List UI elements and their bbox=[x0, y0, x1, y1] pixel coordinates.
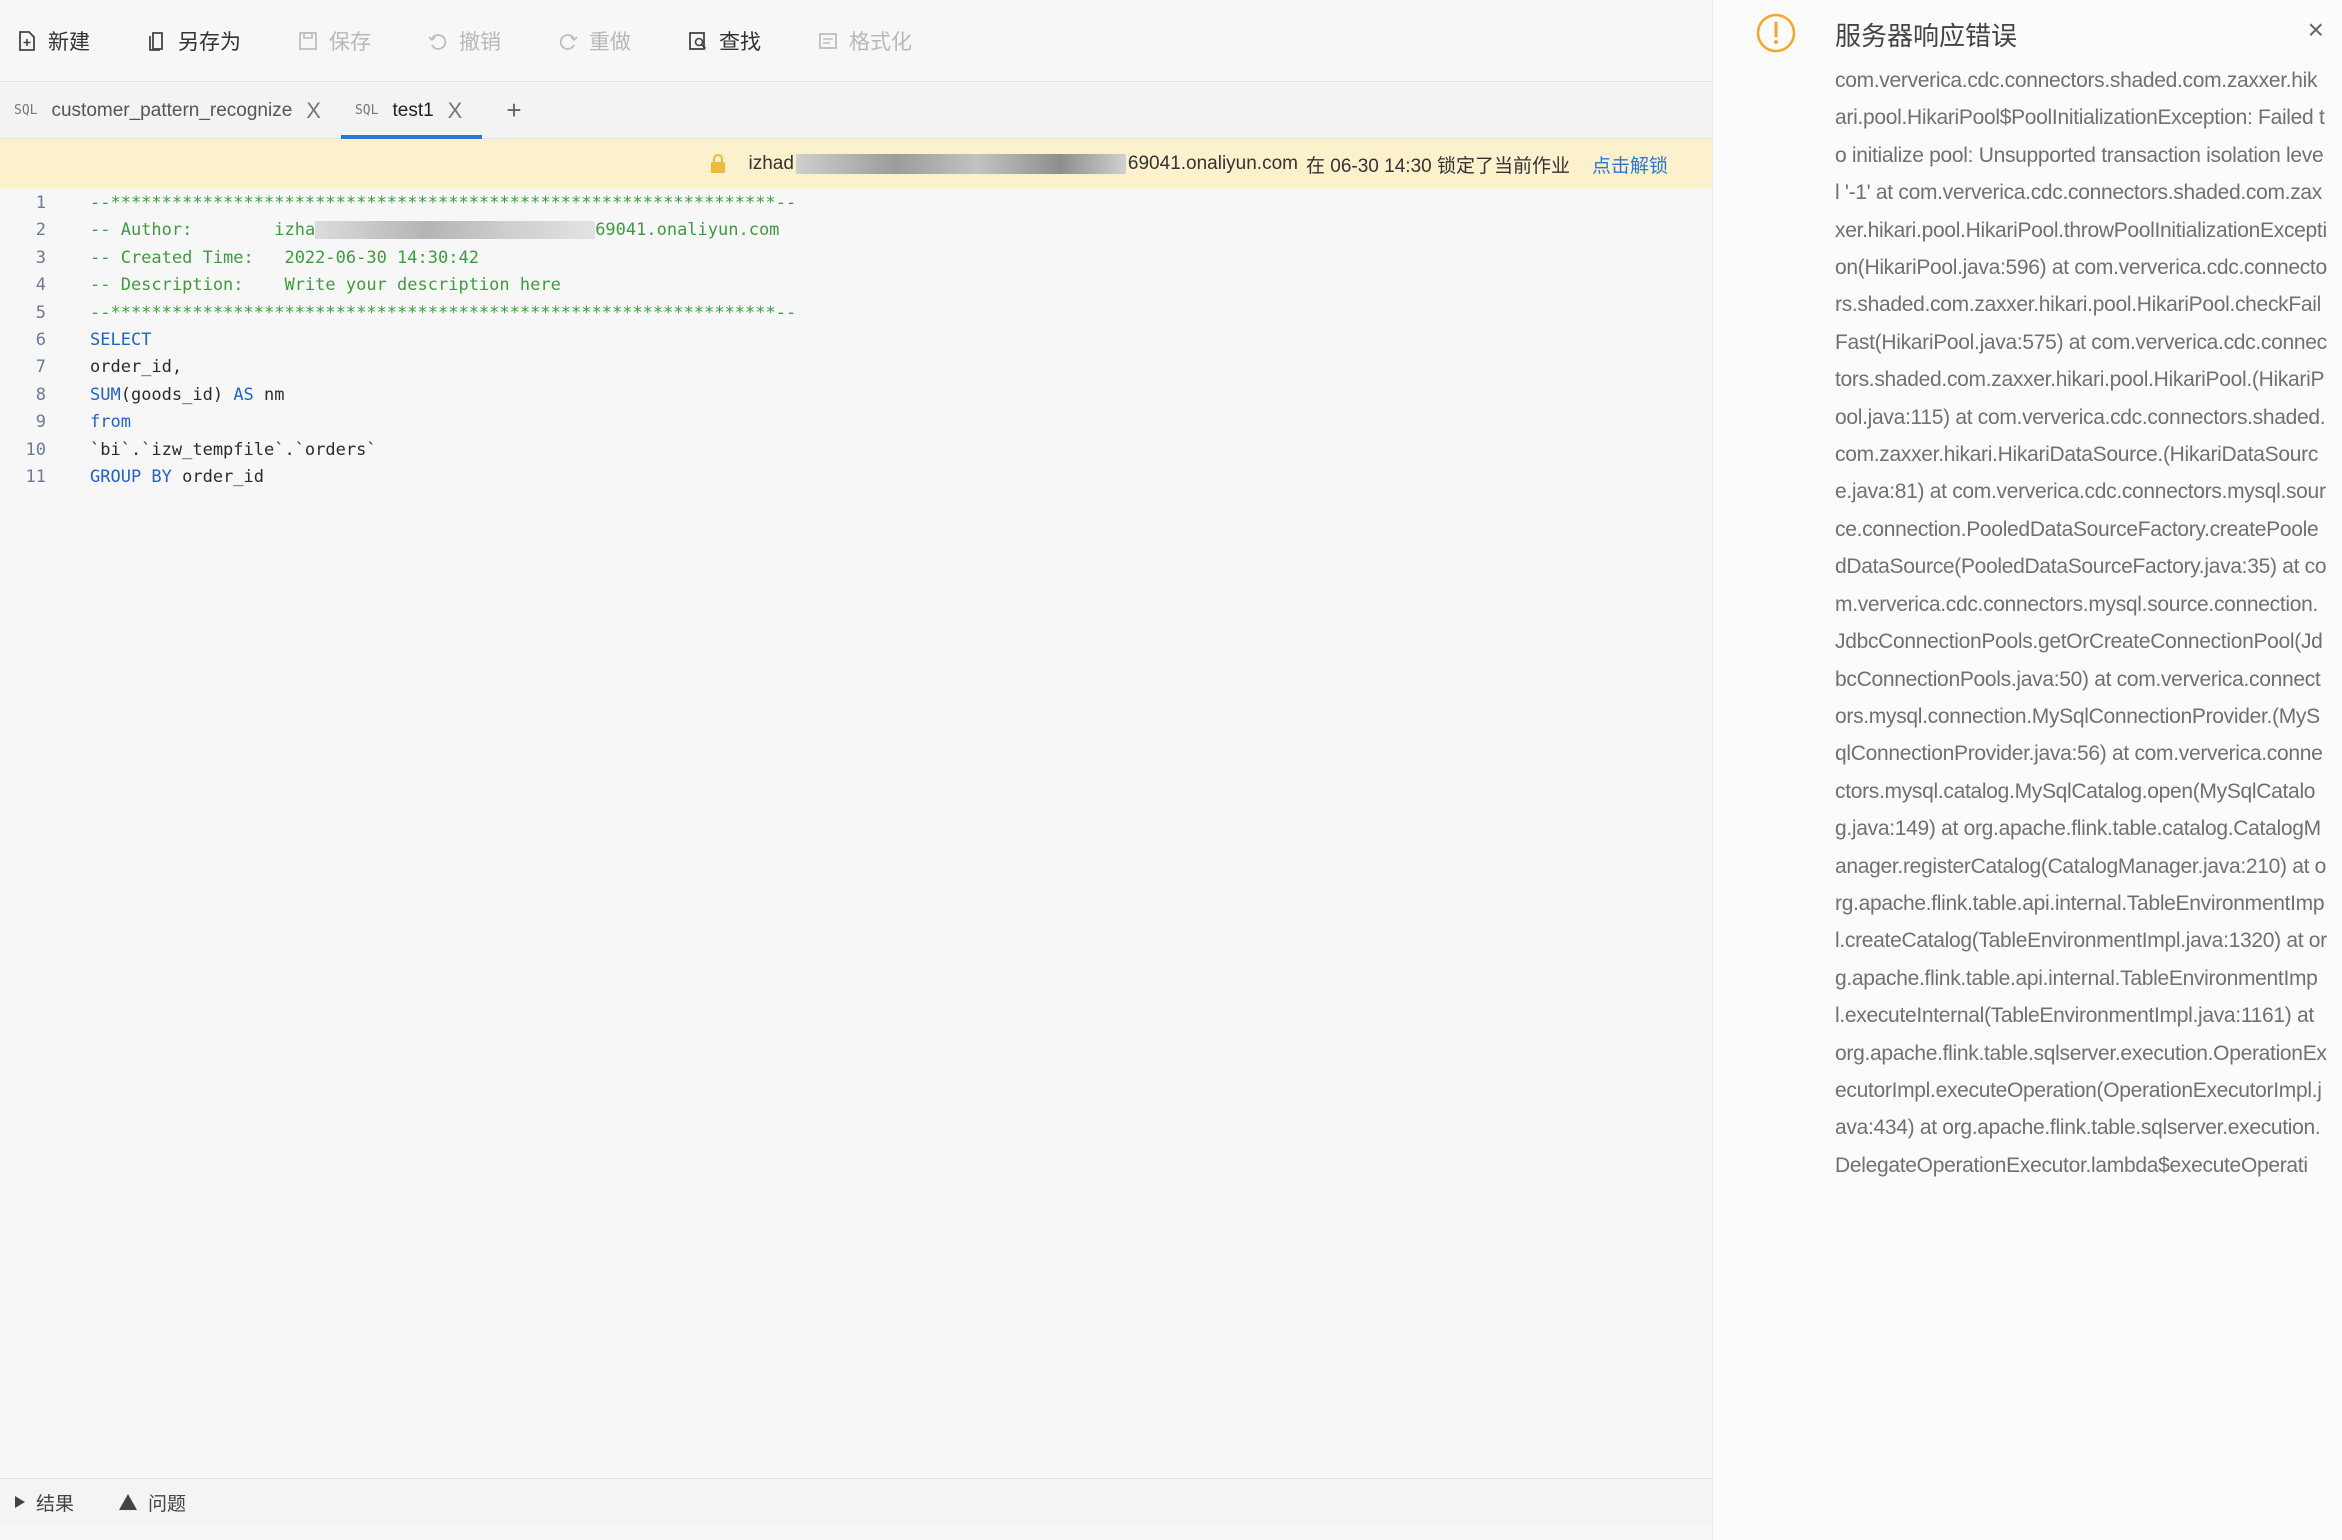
undo-button[interactable]: 撤销 bbox=[427, 21, 501, 61]
editor-area: 新建 另存为 保存 撤销 重做 查找 格式化 SQL customer_patt… bbox=[0, 0, 1712, 1540]
code-text: -- Author: izha 69041.onaliyun.com bbox=[90, 217, 779, 244]
notification-title: 服务器响应错误 bbox=[1835, 21, 2018, 51]
lock-user-prefix: izhad bbox=[748, 153, 794, 174]
tab-test1[interactable]: SQL test1 X bbox=[340, 83, 483, 139]
undo-label: 撤销 bbox=[459, 30, 501, 54]
new-file-icon bbox=[19, 30, 35, 51]
code-line: 2 -- Author: izha 69041.onaliyun.com bbox=[0, 217, 1712, 244]
save-icon bbox=[299, 31, 317, 50]
code-text: GROUP BY order_id bbox=[90, 464, 264, 491]
warning-triangle-icon bbox=[119, 1494, 138, 1510]
code-line: 5 --*************************************… bbox=[0, 300, 1712, 327]
code-text: -- Description: Write your description h… bbox=[90, 275, 561, 296]
sum-keyword: SUM bbox=[90, 384, 121, 405]
save-as-icon bbox=[149, 31, 163, 51]
close-icon[interactable]: × bbox=[2308, 14, 2324, 46]
unlock-link[interactable]: 点击解锁 bbox=[1592, 151, 1668, 178]
line-number: 6 bbox=[35, 329, 46, 350]
code-line: 10 `bi`.`izw_tempfile`.`orders` bbox=[0, 437, 1712, 464]
tab-customer-pattern-recognize[interactable]: SQL customer_pattern_recognize X bbox=[0, 83, 341, 138]
line-number: 11 bbox=[25, 466, 46, 487]
find-button[interactable]: 查找 bbox=[687, 21, 761, 61]
tab-close-icon[interactable]: X bbox=[448, 98, 463, 124]
code-line: 9 from bbox=[0, 409, 1712, 436]
line-number: 5 bbox=[35, 302, 46, 323]
play-icon bbox=[15, 1496, 25, 1508]
line-number: 1 bbox=[35, 193, 46, 213]
save-as-button[interactable]: 另存为 bbox=[146, 21, 241, 61]
group-by-keyword: GROUP BY bbox=[90, 466, 172, 487]
problems-label: 问题 bbox=[148, 1493, 187, 1515]
find-icon bbox=[689, 31, 707, 50]
code-line: 11 GROUP BY order_id bbox=[0, 464, 1712, 491]
author-suffix: 69041.onaliyun.com bbox=[595, 220, 780, 241]
line-number: 3 bbox=[35, 247, 46, 268]
error-message: com.ververica.cdc.connectors.shaded.com.… bbox=[1835, 69, 2327, 1177]
warning-icon bbox=[1756, 13, 1796, 53]
lock-user-suffix: 69041.onaliyun.com bbox=[1127, 153, 1298, 174]
code-line: 3 -- Created Time: 2022-06-30 14:30:42 bbox=[0, 245, 1712, 272]
group-column: order_id bbox=[171, 466, 265, 487]
line-number: 4 bbox=[35, 275, 46, 296]
results-tab[interactable]: 结果 bbox=[14, 1489, 74, 1516]
new-button[interactable]: 新建 bbox=[16, 21, 90, 61]
lock-banner: izhad 69041.onaliyun.com 在 06-30 14:30 锁定… bbox=[0, 139, 1712, 189]
code-text: SUM(goods_id) AS nm bbox=[90, 382, 285, 409]
code-editor[interactable]: 1 --*************************************… bbox=[0, 190, 1712, 1475]
redacted-text bbox=[315, 221, 596, 240]
sql-file-icon: SQL bbox=[354, 103, 379, 118]
code-line: 6 SELECT bbox=[0, 327, 1712, 354]
code-text: --**************************************… bbox=[90, 302, 797, 323]
results-label: 结果 bbox=[36, 1493, 75, 1515]
add-tab-button[interactable]: + bbox=[482, 83, 545, 138]
new-label: 新建 bbox=[48, 30, 90, 54]
line-number: 8 bbox=[35, 384, 46, 405]
code-line: 8 SUM(goods_id) AS nm bbox=[0, 382, 1712, 409]
code-text: `bi`.`izw_tempfile`.`orders` bbox=[90, 439, 377, 460]
editor-tabs: SQL customer_pattern_recognize X SQL tes… bbox=[0, 83, 1712, 139]
alias: nm bbox=[253, 384, 285, 405]
undo-icon bbox=[428, 33, 447, 50]
format-label: 格式化 bbox=[849, 30, 912, 54]
error-notification: 服务器响应错误 × com.ververica.cdc.connectors.s… bbox=[1712, 0, 2342, 1540]
redo-label: 重做 bbox=[589, 30, 631, 54]
code-text: SELECT bbox=[90, 329, 152, 350]
toolbar: 新建 另存为 保存 撤销 重做 查找 格式化 bbox=[0, 0, 1712, 82]
code-line: 7 order_id, bbox=[0, 354, 1712, 381]
save-as-label: 另存为 bbox=[178, 30, 241, 54]
redo-button[interactable]: 重做 bbox=[557, 21, 631, 61]
author-label: -- Author: bbox=[90, 220, 275, 241]
code-line: 4 -- Description: Write your description … bbox=[0, 272, 1712, 299]
code-line: 1 --*************************************… bbox=[0, 190, 1712, 217]
code-text: from bbox=[90, 412, 131, 433]
author-prefix: izha bbox=[274, 220, 316, 241]
code-text: order_id, bbox=[90, 357, 183, 378]
sum-arg: (goods_id) bbox=[120, 384, 234, 405]
problems-tab[interactable]: 问题 bbox=[118, 1489, 186, 1516]
tab-label: test1 bbox=[392, 99, 434, 121]
find-label: 查找 bbox=[719, 30, 761, 54]
save-label: 保存 bbox=[329, 30, 371, 54]
code-text: --**************************************… bbox=[90, 193, 797, 213]
line-number: 2 bbox=[35, 220, 46, 241]
format-button[interactable]: 格式化 bbox=[817, 21, 912, 61]
tab-close-icon[interactable]: X bbox=[306, 98, 321, 124]
save-button[interactable]: 保存 bbox=[297, 21, 371, 61]
sql-file-icon: SQL bbox=[14, 103, 38, 118]
format-icon bbox=[819, 32, 837, 49]
bottom-panel-bar: 结果 问题 bbox=[0, 1478, 1712, 1525]
line-number: 10 bbox=[25, 439, 46, 460]
lock-message: 在 06-30 14:30 锁定了当前作业 bbox=[1306, 155, 1570, 177]
as-keyword: AS bbox=[233, 384, 254, 405]
lock-icon bbox=[710, 154, 725, 173]
redacted-text bbox=[795, 154, 1126, 174]
redo-icon bbox=[559, 33, 578, 50]
line-number: 7 bbox=[35, 357, 46, 378]
code-text: -- Created Time: 2022-06-30 14:30:42 bbox=[90, 247, 479, 268]
line-number: 9 bbox=[35, 412, 46, 433]
tab-label: customer_pattern_recognize bbox=[51, 99, 293, 121]
